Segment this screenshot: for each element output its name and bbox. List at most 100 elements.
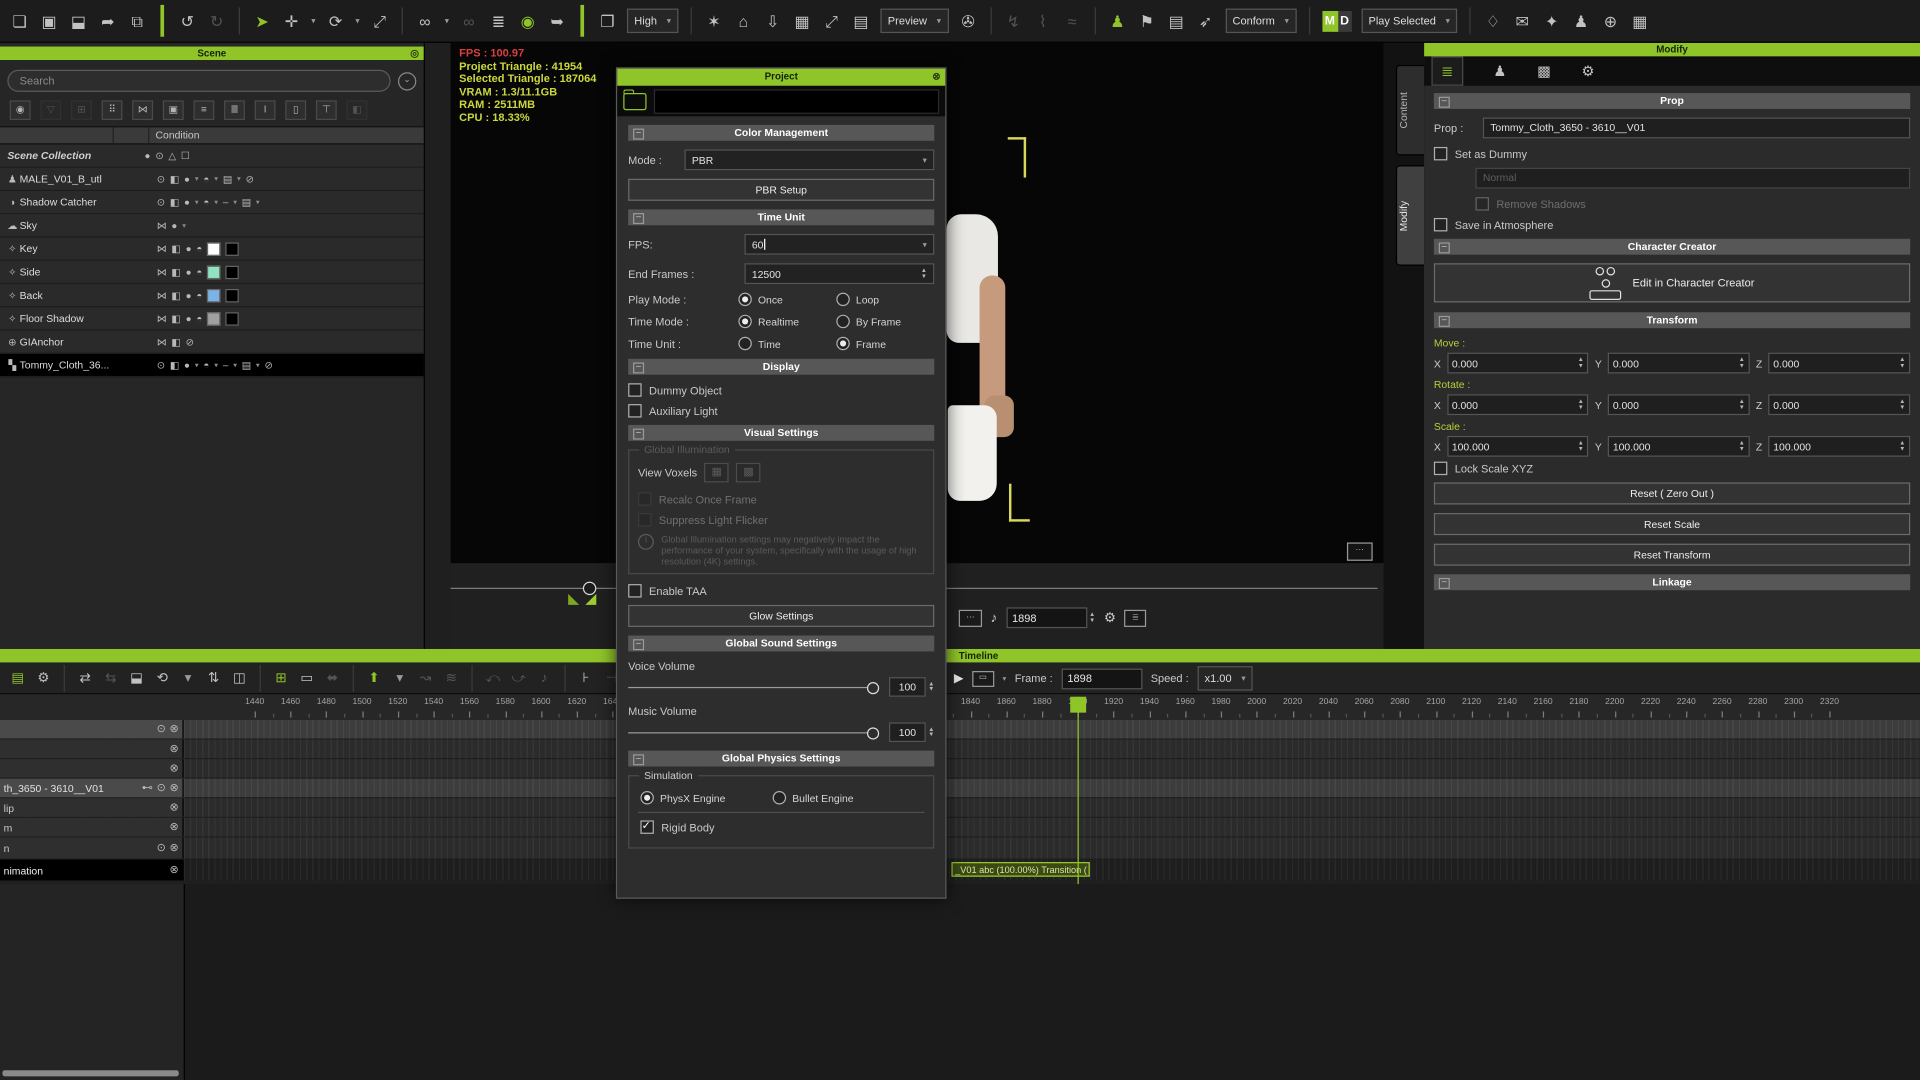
next-key-icon[interactable]: ⤻ bbox=[506, 663, 532, 692]
lock-icon[interactable]: ◧ bbox=[171, 243, 180, 254]
viewport-comment-icon[interactable]: ⋯ bbox=[1347, 542, 1373, 560]
bell-icon[interactable]: ◓ bbox=[196, 290, 202, 301]
dialog-button[interactable]: Glow Settings bbox=[628, 605, 934, 627]
pin-icon[interactable]: ➥ bbox=[542, 1, 571, 41]
checkbox-icon[interactable]: ☐ bbox=[181, 150, 190, 161]
spinner[interactable]: ▲▼ bbox=[1739, 441, 1745, 452]
save-icon[interactable]: ▣ bbox=[34, 1, 63, 41]
modify-button[interactable]: Reset Scale bbox=[1434, 513, 1910, 535]
animation-clip[interactable]: _V01 abc (100.00%) Transition ( bbox=[951, 862, 1089, 877]
light-color-swatch[interactable] bbox=[207, 312, 220, 325]
lock-icon[interactable]: ◧ bbox=[171, 336, 180, 347]
md-logo[interactable]: MD bbox=[1322, 10, 1351, 31]
axis-value-field[interactable]: 0.000▲▼ bbox=[1447, 353, 1589, 374]
horizontal-scrollbar[interactable] bbox=[2, 1070, 178, 1076]
fps-combo[interactable]: 60▾ bbox=[744, 234, 934, 255]
crowd-icon[interactable]: ♟ bbox=[1566, 1, 1595, 41]
close-circle-icon[interactable]: ⊗ bbox=[170, 742, 179, 755]
scene-row[interactable]: ✧Back⋈◧●◓ bbox=[0, 284, 424, 307]
light-color-swatch[interactable] bbox=[207, 242, 220, 255]
close-circle-icon[interactable]: ⊗ bbox=[170, 722, 179, 735]
add-key-icon[interactable]: ⬆ bbox=[361, 663, 387, 692]
undo-icon[interactable]: ↺ bbox=[173, 1, 202, 41]
prop-name-field[interactable]: Tommy_Cloth_3650 - 3610__V01 bbox=[1483, 118, 1910, 139]
eye-icon[interactable]: ⊙ bbox=[157, 197, 165, 208]
tab-modify[interactable]: Modify bbox=[1396, 165, 1425, 265]
bowtie-icon[interactable]: ⋈ bbox=[157, 243, 167, 254]
timeline-ruler[interactable]: 1440146014801500152015401560158016001620… bbox=[0, 694, 1920, 721]
scale-icon[interactable]: ⤢ bbox=[365, 1, 394, 41]
section-header[interactable]: ‒Color Management bbox=[628, 125, 934, 141]
tab-content[interactable]: Content bbox=[1396, 65, 1425, 156]
shadow-color-swatch[interactable] bbox=[226, 288, 239, 301]
checkbox-row[interactable]: Rigid Body bbox=[640, 820, 924, 833]
close-circle-icon[interactable]: ⊗ bbox=[170, 820, 179, 833]
chevron-circle-icon[interactable]: ⊙ bbox=[157, 781, 166, 794]
link-icon[interactable]: ∞ bbox=[410, 1, 439, 41]
spinner[interactable]: ▲▼ bbox=[1899, 441, 1905, 452]
chevron-down-icon[interactable]: ▾ bbox=[923, 155, 927, 165]
axis-value-field[interactable]: 100.000▲▼ bbox=[1608, 436, 1750, 457]
sphere-icon[interactable]: ● bbox=[171, 220, 177, 231]
caret-down-icon[interactable]: ▾ bbox=[195, 361, 199, 370]
loop-icon[interactable]: ⇄ bbox=[72, 663, 98, 692]
track-content[interactable] bbox=[0, 798, 1920, 816]
chevron-down-icon[interactable]: ▾ bbox=[923, 239, 927, 249]
checkbox[interactable] bbox=[640, 820, 653, 833]
bowtie-icon[interactable]: ⋈ bbox=[157, 290, 167, 301]
collapse-icon[interactable]: ‒ bbox=[1439, 97, 1450, 108]
bell-icon[interactable]: ◓ bbox=[203, 173, 209, 184]
axis-value-field[interactable]: 0.000▲▼ bbox=[1608, 394, 1750, 415]
speed-dropdown[interactable]: x1.00▾ bbox=[1197, 666, 1253, 690]
close-circle-icon[interactable]: ⊗ bbox=[170, 863, 179, 876]
slider-knob[interactable] bbox=[867, 681, 879, 693]
caret-down-icon[interactable]: ▾ bbox=[233, 198, 237, 207]
rotate-icon[interactable]: ⟳ bbox=[321, 1, 350, 41]
redo-icon[interactable]: ↻ bbox=[202, 1, 231, 41]
scene-row[interactable]: ♟MALE_V01_B_utl⊙◧●▾◓▾▤▾⊘ bbox=[0, 168, 424, 191]
script-icon[interactable]: ▤ bbox=[1162, 1, 1191, 41]
magnet-icon[interactable]: ≋ bbox=[438, 663, 464, 692]
track-content[interactable]: _V01 abc (100.00%) Transition ( bbox=[0, 860, 1920, 881]
layers-icon[interactable]: ≡ bbox=[193, 100, 214, 120]
camera-icon[interactable]: ✇ bbox=[953, 1, 982, 41]
render-icon[interactable]: ✶ bbox=[699, 1, 728, 41]
conform-dropdown[interactable]: Conform▾ bbox=[1225, 9, 1296, 33]
curve-select-icon[interactable]: ⌇ bbox=[1028, 1, 1057, 41]
checkbox-row[interactable]: Dummy Object bbox=[628, 383, 934, 396]
adjust-sliders-icon[interactable]: ≣ bbox=[1431, 56, 1463, 85]
spinner[interactable]: ▲▼ bbox=[928, 727, 934, 738]
collapse-icon[interactable]: ‒ bbox=[1439, 578, 1450, 589]
checkbox-row[interactable]: Enable TAA bbox=[628, 584, 934, 597]
mode-select[interactable]: PBR▾ bbox=[684, 149, 934, 170]
slider-track[interactable] bbox=[628, 726, 879, 739]
light-color-swatch[interactable] bbox=[207, 265, 220, 278]
sphere-icon[interactable]: ● bbox=[184, 197, 190, 208]
bell-icon[interactable]: ◓ bbox=[196, 266, 202, 277]
print-icon[interactable]: ▤ bbox=[846, 1, 875, 41]
track-label[interactable]: th_3650 - 3610__V01⊷⊙⊗ bbox=[0, 779, 184, 797]
section-header[interactable]: ‒Transform bbox=[1434, 312, 1910, 328]
align-keys-icon[interactable]: ⇅ bbox=[201, 663, 227, 692]
spinner[interactable]: ▲▼ bbox=[1578, 399, 1584, 410]
dialog-button[interactable]: PBR Setup bbox=[628, 179, 934, 201]
axis-value-field[interactable]: 0.000▲▼ bbox=[1608, 353, 1750, 374]
collapse-icon[interactable]: ‒ bbox=[633, 213, 644, 224]
layers-icon[interactable]: ▤ bbox=[242, 359, 251, 370]
layers-icon[interactable]: ▤ bbox=[223, 173, 232, 184]
checkbox[interactable] bbox=[1434, 147, 1447, 160]
spinner[interactable]: ▲▼ bbox=[1739, 358, 1745, 369]
chevron-circle-icon[interactable]: ⊙ bbox=[157, 841, 166, 854]
section-header[interactable]: ‒Linkage bbox=[1434, 574, 1910, 590]
layout-icon[interactable]: ▦ bbox=[1625, 1, 1654, 41]
play-dropdown[interactable]: Play Selected▾ bbox=[1361, 9, 1457, 33]
axis-value-field[interactable]: 100.000▲▼ bbox=[1768, 436, 1910, 457]
pivot-icon[interactable]: ⊤ bbox=[316, 100, 337, 120]
track-label[interactable]: ⊙⊗ bbox=[0, 720, 184, 738]
axis-value-field[interactable]: 0.000▲▼ bbox=[1447, 394, 1589, 415]
dash-icon[interactable]: – bbox=[223, 359, 228, 370]
track-label[interactable]: n⊙⊗ bbox=[0, 838, 184, 859]
collapse-icon[interactable]: ‒ bbox=[633, 429, 644, 440]
export-icon[interactable]: ➦ bbox=[93, 1, 122, 41]
dot-icon[interactable]: ● bbox=[186, 290, 192, 301]
